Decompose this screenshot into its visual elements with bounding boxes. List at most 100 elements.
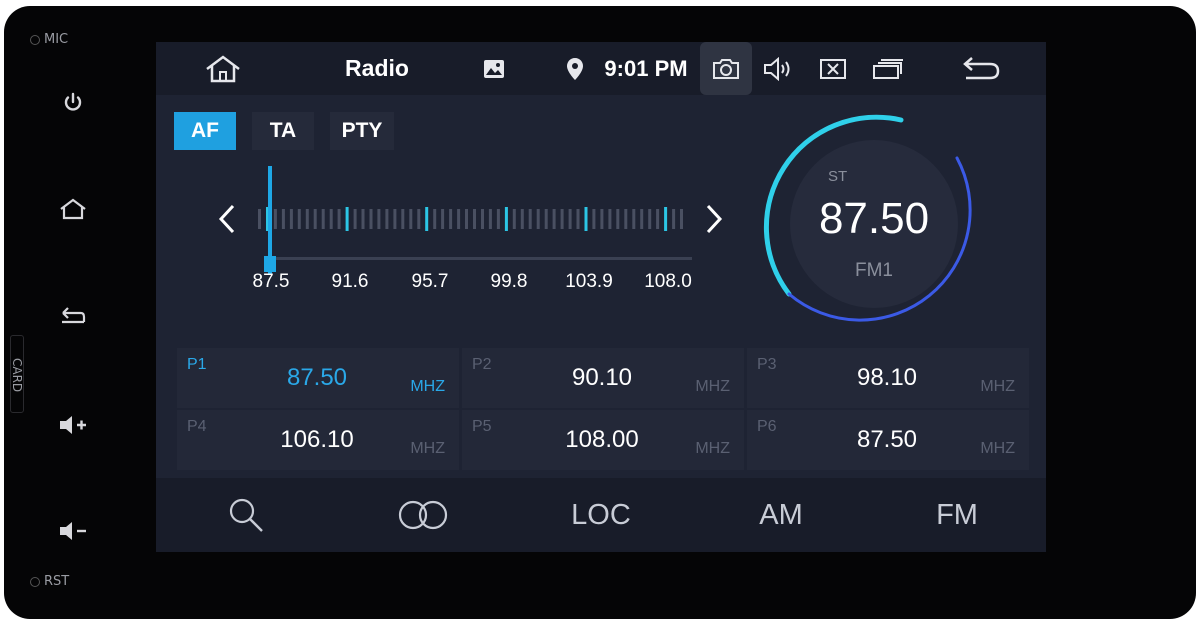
loc-button[interactable]: LOC — [560, 478, 642, 552]
back-icon — [62, 307, 86, 324]
tuner-tick — [361, 209, 365, 229]
tuner-tick — [664, 207, 668, 231]
tuner-tick — [608, 209, 612, 229]
volume-up-button[interactable] — [54, 410, 92, 440]
stereo-indicator: ST — [828, 168, 848, 185]
search-button[interactable] — [216, 478, 276, 552]
preset-frequency: 87.50 — [286, 364, 348, 391]
tuner-tick — [433, 209, 437, 229]
preset-name: P6 — [757, 418, 777, 435]
preset-grid: P1 87.50 MHZ P2 90.10 MHZ P3 98.10 MHZ P… — [177, 348, 1029, 470]
preset-unit: MHZ — [410, 378, 445, 395]
tuner-tick — [457, 209, 461, 229]
tuner-tick — [449, 209, 453, 229]
close-app-button[interactable] — [816, 42, 850, 95]
tuner-tick — [393, 209, 397, 229]
location-indicator — [563, 42, 587, 95]
scale-label: 91.6 — [331, 271, 369, 292]
tuner-tick — [680, 209, 683, 229]
preset-unit: MHZ — [980, 378, 1015, 395]
tuner-tick — [672, 209, 676, 229]
tuner-tick — [568, 209, 572, 229]
tuner-tick — [576, 209, 580, 229]
preset-name: P1 — [187, 356, 207, 373]
rst-label[interactable]: RST — [30, 574, 69, 589]
fm-button[interactable]: FM — [922, 478, 992, 552]
tuner-tick — [584, 207, 588, 231]
gallery-button[interactable] — [482, 42, 506, 95]
tuner-tick — [289, 209, 293, 229]
preset-2[interactable]: P2 90.10 MHZ — [462, 348, 744, 408]
tuner-tick — [273, 209, 277, 229]
recent-apps-button[interactable] — [870, 42, 906, 95]
stereo-button[interactable] — [392, 478, 454, 552]
home-icon — [206, 54, 240, 82]
tuner-tick — [321, 209, 325, 229]
volume-icon — [764, 56, 790, 81]
power-icon — [64, 92, 82, 111]
tuner-tick — [616, 209, 620, 229]
bottom-toolbar: LOC AM FM — [156, 478, 1046, 552]
tuner-tick — [258, 209, 261, 229]
af-button[interactable]: AF — [174, 112, 236, 150]
am-button[interactable]: AM — [746, 478, 816, 552]
tuner-tick — [281, 209, 285, 229]
tuner-tick — [552, 209, 556, 229]
ta-button[interactable]: TA — [252, 112, 314, 150]
tuner-tick — [496, 209, 500, 229]
scale-label: 87.5 — [252, 271, 290, 292]
mic-label: MIC — [30, 32, 68, 47]
screenshot-button[interactable] — [700, 42, 752, 95]
preset-4[interactable]: P4 106.10 MHZ — [177, 410, 459, 470]
tuner-tick — [656, 209, 660, 229]
preset-6[interactable]: P6 87.50 MHZ — [747, 410, 1029, 470]
status-bar: Radio 9:01 PM — [156, 42, 1046, 95]
tuner-tick — [369, 209, 373, 229]
tuner-tick — [417, 209, 421, 229]
close-box-icon — [820, 58, 846, 79]
preset-3[interactable]: P3 98.10 MHZ — [747, 348, 1029, 408]
hardware-home-button[interactable] — [54, 194, 92, 224]
seek-up-button[interactable] — [699, 202, 729, 236]
preset-5[interactable]: P5 108.00 MHZ — [462, 410, 744, 470]
tuner-scale[interactable] — [256, 207, 686, 231]
hardware-back-button[interactable] — [54, 300, 92, 330]
tuner-tick — [337, 209, 341, 229]
seek-down-button[interactable] — [212, 202, 242, 236]
preset-name: P2 — [472, 356, 492, 373]
tuner-tick — [544, 209, 548, 229]
tuner-tick — [512, 209, 516, 229]
stereo-circles-icon — [398, 500, 448, 530]
camera-icon — [713, 58, 739, 79]
tuner-tick — [401, 209, 405, 229]
tuner-tick — [409, 209, 413, 229]
preset-frequency: 87.50 — [856, 426, 918, 453]
power-button[interactable] — [54, 88, 92, 118]
home-button[interactable] — [198, 42, 248, 95]
volume-down-icon — [60, 522, 86, 540]
location-pin-icon — [567, 57, 583, 80]
volume-down-button[interactable] — [54, 516, 92, 546]
windows-icon — [873, 58, 903, 79]
preset-frequency: 98.10 — [856, 364, 918, 391]
tuner-tick — [488, 209, 492, 229]
return-button[interactable] — [958, 42, 1004, 95]
card-label: CARD — [10, 358, 24, 393]
tuner-tick — [624, 209, 628, 229]
tuner-tick — [441, 209, 445, 229]
volume-button[interactable] — [762, 42, 796, 95]
preset-unit: MHZ — [695, 378, 730, 395]
preset-unit: MHZ — [695, 440, 730, 457]
tuner-needle-thumb[interactable] — [264, 256, 276, 272]
tuner-tick — [305, 209, 309, 229]
tuner-rail — [264, 257, 692, 260]
image-icon — [484, 59, 504, 78]
scale-label: 108.0 — [644, 271, 692, 292]
tuner-tick — [473, 209, 476, 229]
preset-1[interactable]: P1 87.50 MHZ — [177, 348, 459, 408]
tuner-tick — [425, 207, 429, 231]
pty-button[interactable]: PTY — [330, 112, 394, 150]
preset-name: P5 — [472, 418, 492, 435]
tuner-tick — [520, 209, 524, 229]
tuner-tick — [345, 207, 349, 231]
